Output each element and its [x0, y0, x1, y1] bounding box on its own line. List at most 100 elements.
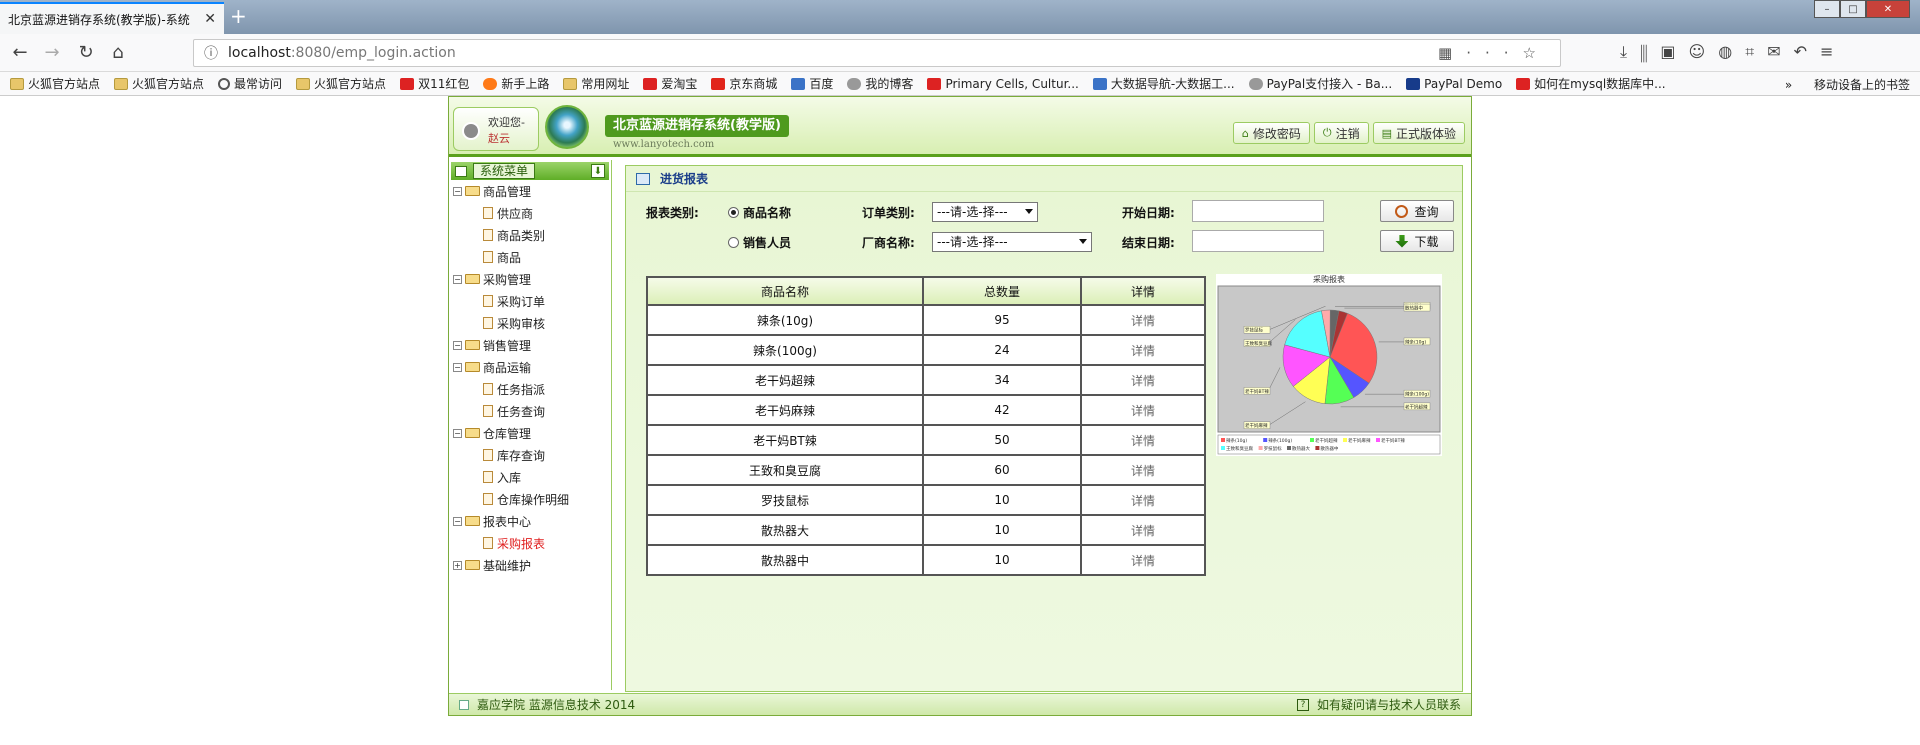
bookmark[interactable]: 我的博客 — [847, 75, 913, 92]
bookmark[interactable]: 新手上路 — [483, 75, 549, 92]
bookmark[interactable]: 火狐官方站点 — [296, 75, 386, 92]
detail-link[interactable]: 详情 — [1080, 454, 1206, 486]
home-icon[interactable]: ⌂ — [106, 42, 130, 63]
bookmark[interactable]: 爱淘宝 — [643, 75, 697, 92]
detail-link[interactable]: 详情 — [1080, 394, 1206, 426]
vendor-select[interactable]: ---请-选-择--- — [932, 232, 1092, 252]
order-type-select[interactable]: ---请-选-择--- — [932, 202, 1038, 222]
library-icon[interactable]: ⫼ — [1640, 42, 1660, 61]
collapse-toggle-icon[interactable]: − — [453, 340, 462, 350]
menu-icon[interactable]: ≡ — [1820, 42, 1846, 61]
chat-icon[interactable]: ✉ — [1767, 42, 1793, 61]
new-tab-icon[interactable]: + — [230, 4, 247, 28]
menu-group-report[interactable]: − 报表中心 — [449, 510, 611, 532]
cell-name: 罗技鼠标 — [646, 484, 924, 516]
bookmark[interactable]: 双11红包 — [400, 75, 469, 92]
detail-link[interactable]: 详情 — [1080, 334, 1206, 366]
site-info-icon[interactable]: ⓘ — [204, 43, 218, 63]
crop-icon[interactable]: ⌗ — [1745, 42, 1767, 61]
reload-icon[interactable]: ↻ — [74, 42, 98, 63]
cell-total: 50 — [922, 424, 1082, 456]
menu-group-transport[interactable]: − 商品运输 — [449, 356, 611, 378]
detail-link[interactable]: 详情 — [1080, 424, 1206, 456]
bookmark[interactable]: 京东商城 — [711, 75, 777, 92]
detail-link[interactable]: 详情 — [1080, 514, 1206, 546]
legend-swatch — [1287, 446, 1291, 450]
download-icon[interactable]: ⤓ — [1620, 42, 1640, 61]
menu-item-purchase-report[interactable]: 采购报表 — [449, 532, 611, 554]
bookmark[interactable]: 百度 — [791, 75, 833, 92]
chevron-right-icon[interactable]: » — [1785, 78, 1792, 92]
close-tab-icon[interactable]: ✕ — [204, 11, 216, 27]
menu-group-sales[interactable]: − 销售管理 — [449, 334, 611, 356]
sidebar-icon[interactable]: ▣ — [1660, 42, 1688, 61]
bookmark[interactable]: 最常访问 — [218, 75, 282, 92]
bookmark[interactable]: 火狐官方站点 — [114, 75, 204, 92]
menu-group-basic[interactable]: + 基础维护 — [449, 554, 611, 576]
menu-item-stock-in[interactable]: 入库 — [449, 466, 611, 488]
address-bar[interactable]: ⓘ localhost :8080/emp_login.action ▦···☆ — [193, 39, 1561, 67]
forward-icon[interactable]: → — [40, 42, 64, 63]
radio-goods-name[interactable]: 商品名称 — [728, 204, 791, 221]
detail-link[interactable]: 详情 — [1080, 544, 1206, 576]
bookmark[interactable]: PayPal Demo — [1406, 77, 1502, 91]
menu-item-supplier[interactable]: 供应商 — [449, 202, 611, 224]
bookmark-star-icon[interactable]: ☆ — [1523, 44, 1550, 62]
qr-code-icon[interactable]: ▦ — [1438, 44, 1466, 62]
query-button[interactable]: 查询 — [1380, 200, 1454, 222]
detail-link[interactable]: 详情 — [1080, 304, 1206, 336]
logout-button[interactable]: ⏻ 注销 — [1313, 122, 1369, 144]
radio-unchecked-icon[interactable] — [728, 237, 739, 248]
browser-tab[interactable]: 北京蓝源进销存系统(教学版)-系统 ✕ — [0, 2, 224, 34]
collapse-toggle-icon[interactable]: − — [453, 428, 462, 438]
cell-name: 老干妈麻辣 — [646, 394, 924, 426]
bookmark[interactable]: 如何在mysql数据库中... — [1516, 75, 1666, 92]
bookmark[interactable]: 火狐官方站点 — [10, 75, 100, 92]
menu-item-purchase-audit[interactable]: 采购审核 — [449, 312, 611, 334]
maximize-icon[interactable]: □ — [1840, 0, 1866, 18]
mobile-bookmarks[interactable]: 移动设备上的书签 — [1814, 78, 1910, 92]
back-icon[interactable]: ← — [8, 42, 32, 63]
menu-item-goods-type[interactable]: 商品类别 — [449, 224, 611, 246]
radio-checked-icon[interactable] — [728, 207, 739, 218]
more-actions-icon[interactable]: ··· — [1466, 44, 1522, 62]
end-date-input[interactable] — [1192, 230, 1324, 252]
globe-icon[interactable]: ◍ — [1718, 42, 1745, 61]
menu-group-warehouse[interactable]: − 仓库管理 — [449, 422, 611, 444]
menu-item-task-assign[interactable]: 任务指派 — [449, 378, 611, 400]
collapse-icon[interactable]: ⬇ — [591, 164, 605, 178]
bookmark[interactable]: 常用网址 — [563, 75, 629, 92]
expand-toggle-icon[interactable]: + — [453, 560, 462, 570]
minimize-icon[interactable]: – — [1814, 0, 1840, 18]
menu-item-warehouse-detail[interactable]: 仓库操作明细 — [449, 488, 611, 510]
panel-title: 进货报表 — [660, 172, 709, 186]
account-icon[interactable]: ☺ — [1689, 42, 1719, 61]
legend-label: 散热器大 — [1292, 445, 1310, 452]
close-window-icon[interactable]: ✕ — [1866, 0, 1910, 18]
bookmark[interactable]: PayPal支付接入 - Ba... — [1248, 75, 1392, 92]
help-icon[interactable]: ? — [1296, 698, 1309, 711]
menu-item-purchase-order[interactable]: 采购订单 — [449, 290, 611, 312]
collapse-toggle-icon[interactable]: − — [453, 362, 462, 372]
menu-item-stock-query[interactable]: 库存查询 — [449, 444, 611, 466]
system-url: www.lanyotech.com — [613, 139, 715, 150]
download-button[interactable]: 下载 — [1380, 230, 1454, 252]
menu-item-goods[interactable]: 商品 — [449, 246, 611, 268]
collapse-toggle-icon[interactable]: − — [453, 274, 462, 284]
menu-group-goods[interactable]: − 商品管理 — [449, 180, 611, 202]
table-row: 散热器中 10 详情 — [646, 544, 1206, 576]
detail-link[interactable]: 详情 — [1080, 484, 1206, 516]
menu-group-purchase[interactable]: − 采购管理 — [449, 268, 611, 290]
change-password-button[interactable]: ⌂ 修改密码 — [1232, 122, 1310, 144]
undo-icon[interactable]: ↶ — [1794, 42, 1820, 61]
detail-link[interactable]: 详情 — [1080, 364, 1206, 396]
full-version-button[interactable]: ▤ 正式版体验 — [1372, 122, 1465, 144]
menu-item-task-query[interactable]: 任务查询 — [449, 400, 611, 422]
start-date-input[interactable] — [1192, 200, 1324, 222]
legend-label: 老干妈BT辣 — [1381, 437, 1405, 444]
bookmark[interactable]: Primary Cells, Cultur... — [927, 77, 1079, 91]
radio-sales-person[interactable]: 销售人员 — [728, 234, 791, 251]
collapse-toggle-icon[interactable]: − — [453, 516, 462, 526]
bookmark[interactable]: 大数据导航-大数据工... — [1092, 75, 1235, 92]
collapse-toggle-icon[interactable]: − — [453, 186, 462, 196]
